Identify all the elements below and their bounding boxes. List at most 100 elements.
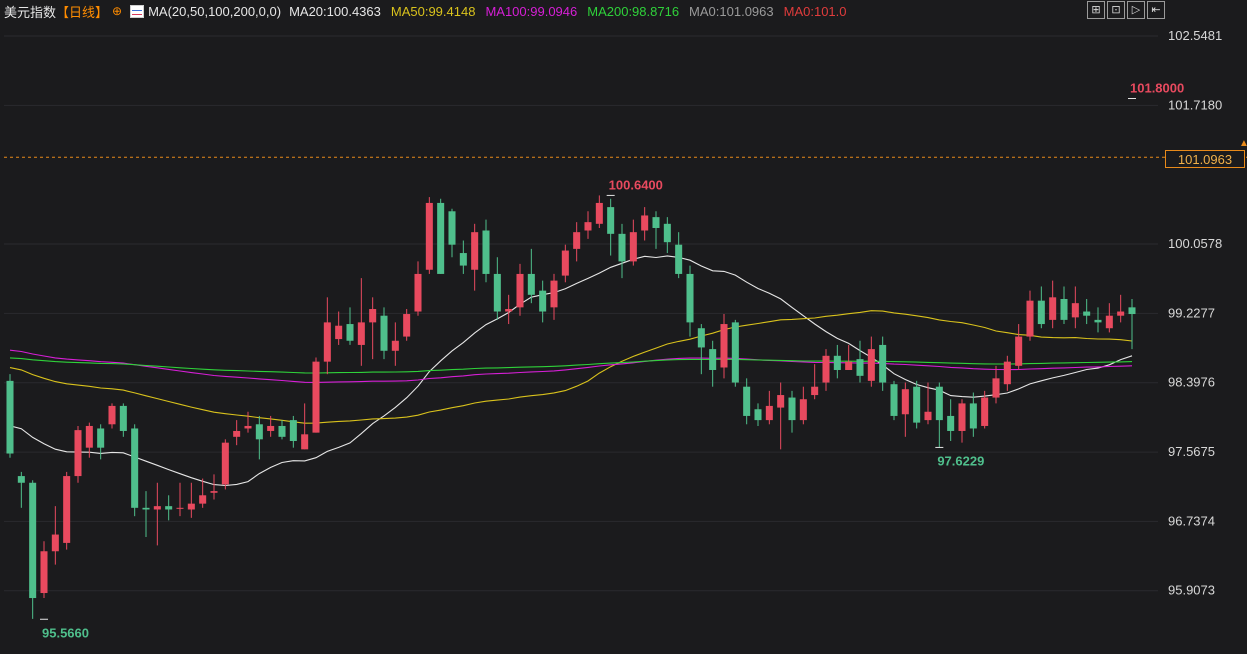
candle-body	[278, 425, 286, 437]
candle-body	[40, 551, 48, 594]
candle-body	[221, 442, 229, 485]
candle-body	[890, 384, 898, 416]
candle-body	[391, 340, 399, 351]
candle-body	[17, 476, 25, 483]
zoom-in-button[interactable]: ⊞	[1087, 1, 1105, 19]
candle-body	[63, 476, 71, 543]
ma50-value: MA50:99.4148	[390, 3, 476, 19]
candle-body	[165, 506, 173, 510]
candle-body	[323, 322, 331, 362]
extreme-label: 101.8000	[1130, 81, 1184, 96]
candle-body	[210, 491, 218, 493]
candle-body	[539, 290, 547, 312]
candle-body	[618, 233, 626, 262]
candle-body	[1003, 361, 1011, 385]
candle-body	[663, 223, 671, 243]
candle-body	[459, 253, 467, 266]
crosshair-icon[interactable]: ⊕	[112, 4, 122, 18]
candle-body	[981, 397, 989, 426]
candle-body	[244, 425, 252, 429]
candle-body	[607, 207, 615, 234]
candle-body	[1026, 300, 1034, 337]
y-tick-label: 101.7180	[1168, 97, 1222, 112]
candle-body	[448, 211, 456, 245]
candle-body	[550, 280, 558, 308]
ma0-value-a: MA0:101.0963	[689, 3, 774, 19]
ma0-value-b: MA0:101.0	[783, 3, 847, 19]
candle-body	[380, 315, 388, 351]
symbol-title: 美元指数	[4, 4, 57, 20]
candlestick-chart[interactable]: 102.5481 101.7180 100.0578 99.2277 98.3976 97…	[0, 0, 1247, 654]
candle-body	[119, 405, 127, 431]
candle-body	[777, 395, 785, 408]
extreme-label: 97.6229	[937, 453, 984, 468]
candle-body	[969, 403, 977, 429]
candle-body	[935, 386, 943, 421]
candle-body	[845, 361, 853, 370]
candle-body	[573, 232, 581, 249]
candle-body	[97, 428, 105, 448]
candle-body	[29, 482, 37, 599]
candle-body	[301, 434, 309, 450]
candle-body	[652, 217, 660, 228]
candle-body	[516, 273, 524, 308]
fullscreen-button[interactable]: ⇤	[1147, 1, 1165, 19]
candle-body	[901, 389, 909, 415]
candle-body	[403, 314, 411, 337]
ma100-value: MA100:99.0946	[485, 3, 578, 19]
candle-body	[958, 403, 966, 431]
candle-body	[505, 309, 513, 312]
candle-body	[675, 244, 683, 274]
candle-body	[425, 202, 433, 270]
candle-body	[1117, 311, 1125, 316]
candle-body	[369, 309, 377, 323]
candle-body	[1128, 307, 1136, 315]
candle-body	[709, 349, 717, 370]
current-price-tag: 101.0963	[1165, 150, 1245, 168]
ma100-line	[9, 349, 1133, 383]
candle-body	[731, 322, 739, 383]
candle-body	[629, 232, 637, 262]
candle-body	[267, 425, 275, 431]
candle-body	[142, 507, 150, 510]
ma-params-label[interactable]: MA(20,50,100,200,0,0)	[148, 4, 281, 19]
candle-body	[6, 380, 14, 454]
candle-body	[811, 386, 819, 396]
candle-body	[561, 250, 569, 276]
candle-body	[85, 425, 93, 448]
candle-body	[743, 386, 751, 416]
candle-body	[1071, 303, 1079, 318]
candle-body	[312, 361, 320, 433]
candle-body	[867, 349, 875, 381]
candle-body	[856, 359, 864, 376]
candle-body	[686, 273, 694, 323]
y-tick-label: 95.9073	[1168, 583, 1215, 598]
y-tick-label: 102.5481	[1168, 28, 1222, 43]
candle-body	[527, 273, 535, 295]
candle-body	[799, 399, 807, 421]
candle-body	[1083, 311, 1091, 316]
candle-body	[595, 202, 603, 224]
candle-body	[1037, 300, 1045, 325]
ma20-value: MA20:100.4363	[289, 3, 381, 19]
candle-body	[754, 409, 762, 421]
candle-body	[255, 424, 263, 440]
period-label[interactable]: 【日线】	[56, 2, 108, 21]
candle-body	[992, 378, 1000, 398]
extreme-label: 95.5660	[42, 625, 89, 640]
candle-body	[584, 222, 592, 231]
chart-toolbar: ⊞ ⊡ ▷ ⇤	[1087, 1, 1167, 19]
zoom-out-button[interactable]: ⊡	[1107, 1, 1125, 19]
candle-body	[437, 202, 445, 274]
candle-body	[1015, 336, 1023, 366]
y-tick-label: 98.3976	[1168, 375, 1215, 390]
candle-body	[471, 232, 479, 270]
play-button[interactable]: ▷	[1127, 1, 1145, 19]
candle-body	[233, 430, 241, 437]
ma200-value: MA200:98.8716	[587, 3, 680, 19]
ma-indicator-icon[interactable]	[130, 4, 145, 18]
candle-body	[493, 273, 501, 312]
candle-body	[74, 430, 82, 477]
candle-body	[199, 495, 207, 504]
y-tick-label: 97.5675	[1168, 444, 1215, 459]
